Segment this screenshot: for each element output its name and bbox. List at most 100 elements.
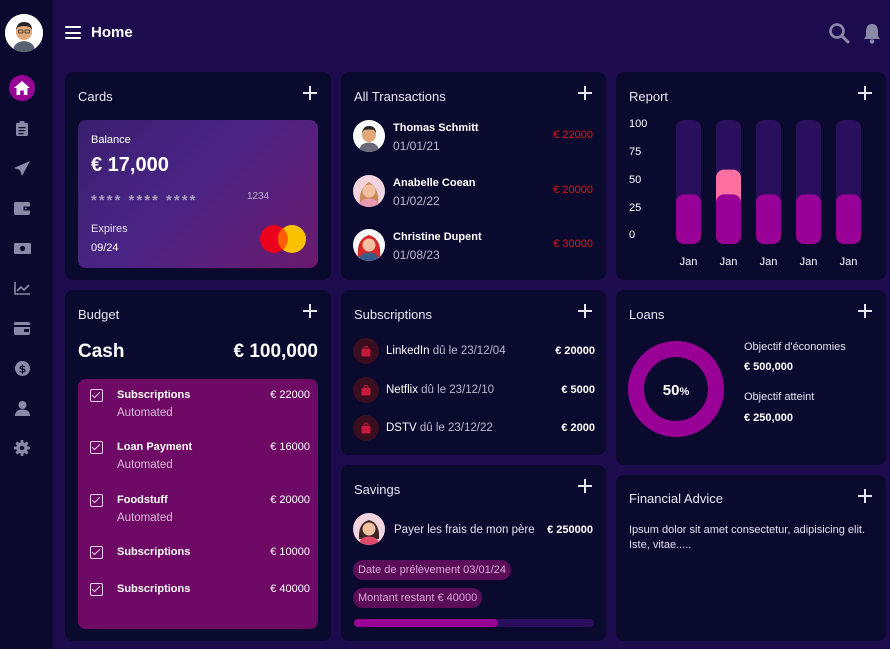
gear-icon[interactable]: [9, 435, 35, 461]
transaction-row[interactable]: Christine Dupent 01/08/23 € 30000: [353, 229, 593, 263]
card-number-masked: **** **** ****: [91, 192, 198, 209]
add-transaction-icon[interactable]: [578, 86, 592, 100]
money-icon[interactable]: [9, 235, 35, 261]
add-loan-icon[interactable]: [858, 304, 872, 318]
add-advice-icon[interactable]: [858, 489, 872, 503]
budget-item-amount: € 10000: [270, 546, 310, 558]
transaction-date: 01/01/21: [393, 139, 440, 153]
x-tick-label: Jan: [760, 256, 778, 268]
loans-goal-label: Objectif d'économies: [744, 341, 846, 353]
budget-item-sub: Automated: [117, 459, 173, 471]
advice-text: Ipsum dolor sit amet consectetur, adipis…: [629, 524, 866, 551]
checkbox-icon[interactable]: [90, 546, 103, 559]
y-tick-label: 75: [629, 146, 641, 158]
transaction-amount: € 20000: [553, 184, 593, 196]
cards-panel: Cards Balance € 17,000 **** **** **** 12…: [65, 72, 331, 280]
expires-label: Expires: [91, 223, 128, 235]
transaction-row[interactable]: Thomas Schmitt 01/01/21 € 22000: [353, 120, 593, 154]
checkbox-icon[interactable]: [90, 583, 103, 596]
add-savings-icon[interactable]: [578, 479, 592, 493]
subscription-row[interactable]: Netflix dû le 23/12/10 € 5000: [353, 377, 595, 403]
subscriptions-panel: Subscriptions LinkedIn dû le 23/12/04 € …: [341, 290, 606, 455]
transactions-panel: All Transactions Thomas Schmitt 01/01/21…: [341, 72, 606, 280]
avatar[interactable]: [5, 14, 43, 52]
budget-list: Subscriptions Automated € 22000 Loan Pay…: [78, 379, 318, 629]
menu-icon[interactable]: [65, 26, 81, 39]
transaction-amount: € 30000: [553, 238, 593, 250]
subscription-row[interactable]: LinkedIn dû le 23/12/04 € 20000: [353, 338, 595, 364]
avatar: [353, 229, 385, 261]
budget-item-sub: Automated: [117, 407, 173, 419]
wallet-icon[interactable]: [9, 195, 35, 221]
loans-reached-value: € 250,000: [744, 412, 793, 424]
budget-item-name: Subscriptions: [117, 583, 191, 595]
sidebar: $: [0, 0, 53, 649]
budget-item-amount: € 16000: [270, 441, 310, 453]
bag-icon: [353, 415, 379, 441]
report-panel: Report 100 75 50 25 0 Jan Jan Jan Jan Jan: [616, 72, 886, 280]
user-icon[interactable]: [9, 395, 35, 421]
add-budget-icon[interactable]: [303, 304, 317, 318]
subscription-row[interactable]: DSTV dû le 23/12/22 € 2000: [353, 415, 595, 441]
loans-title: Loans: [629, 307, 665, 322]
search-icon[interactable]: [828, 22, 850, 44]
bar[interactable]: [676, 194, 701, 244]
cards-title: Cards: [78, 89, 113, 104]
savings-date-chip: Date de prélèvement 03/01/24: [353, 560, 511, 580]
checkbox-icon[interactable]: [90, 389, 103, 402]
loans-reached-label: Objectif atteint: [744, 391, 815, 403]
x-tick-label: Jan: [840, 256, 858, 268]
card-last4: 1234: [247, 191, 270, 202]
bar[interactable]: [836, 194, 861, 244]
budget-item-amount: € 22000: [270, 389, 310, 401]
add-subscription-icon[interactable]: [578, 304, 592, 318]
y-tick-label: 25: [629, 202, 641, 214]
budget-item-sub: Automated: [117, 512, 173, 524]
budget-item-name: Subscriptions: [117, 546, 191, 558]
balance-value: € 17,000: [91, 154, 169, 176]
loans-panel: Loans 50% Objectif d'économies € 500,000…: [616, 290, 886, 465]
avatar: [353, 175, 385, 207]
x-tick-label: Jan: [800, 256, 818, 268]
budget-title: Budget: [78, 307, 120, 322]
cash-value: € 100,000: [233, 341, 318, 362]
chart-line-icon[interactable]: [9, 275, 35, 301]
advice-panel: Financial Advice Ipsum dolor sit amet co…: [616, 475, 886, 641]
bar[interactable]: [716, 194, 741, 244]
bag-icon: [353, 338, 379, 364]
bell-icon[interactable]: [861, 22, 883, 44]
bar[interactable]: [756, 194, 781, 244]
subscription-amount: € 5000: [561, 384, 595, 396]
transaction-name: Anabelle Coean: [393, 177, 476, 189]
y-tick-label: 50: [629, 174, 641, 186]
bag-icon: [353, 377, 379, 403]
y-tick-label: 100: [629, 118, 647, 130]
savings-amount: € 250000: [547, 524, 593, 536]
add-card-icon[interactable]: [303, 86, 317, 100]
send-icon[interactable]: [9, 155, 35, 181]
page-title: Home: [91, 24, 133, 41]
budget-item-name: Foodstuff: [117, 494, 168, 506]
budget-item-amount: € 40000: [270, 583, 310, 595]
y-tick-label: 0: [629, 229, 635, 241]
budget-item-name: Loan Payment: [117, 441, 193, 453]
transaction-name: Thomas Schmitt: [393, 122, 479, 134]
subscription-amount: € 2000: [561, 422, 595, 434]
transaction-row[interactable]: Anabelle Coean 01/02/22 € 20000: [353, 175, 593, 209]
savings-title: Savings: [354, 482, 401, 497]
checkbox-icon[interactable]: [90, 494, 103, 507]
dollar-icon[interactable]: $: [9, 355, 35, 381]
savings-remaining-chip: Montant restant € 40000: [353, 588, 483, 608]
mastercard-logo-icon: [260, 225, 306, 253]
checkbox-icon[interactable]: [90, 441, 103, 454]
bank-card[interactable]: Balance € 17,000 **** **** **** 1234 Exp…: [78, 120, 318, 268]
transaction-name: Christine Dupent: [393, 231, 482, 243]
report-chart: 100 75 50 25 0 Jan Jan Jan Jan Jan: [629, 118, 861, 268]
loans-percent: 50%: [662, 382, 690, 399]
transaction-date: 01/08/23: [393, 248, 440, 262]
bar[interactable]: [796, 194, 821, 244]
home-icon[interactable]: [9, 75, 35, 101]
card-icon[interactable]: [9, 315, 35, 341]
loans-goal-value: € 500,000: [744, 361, 793, 373]
clipboard-icon[interactable]: [9, 115, 35, 141]
